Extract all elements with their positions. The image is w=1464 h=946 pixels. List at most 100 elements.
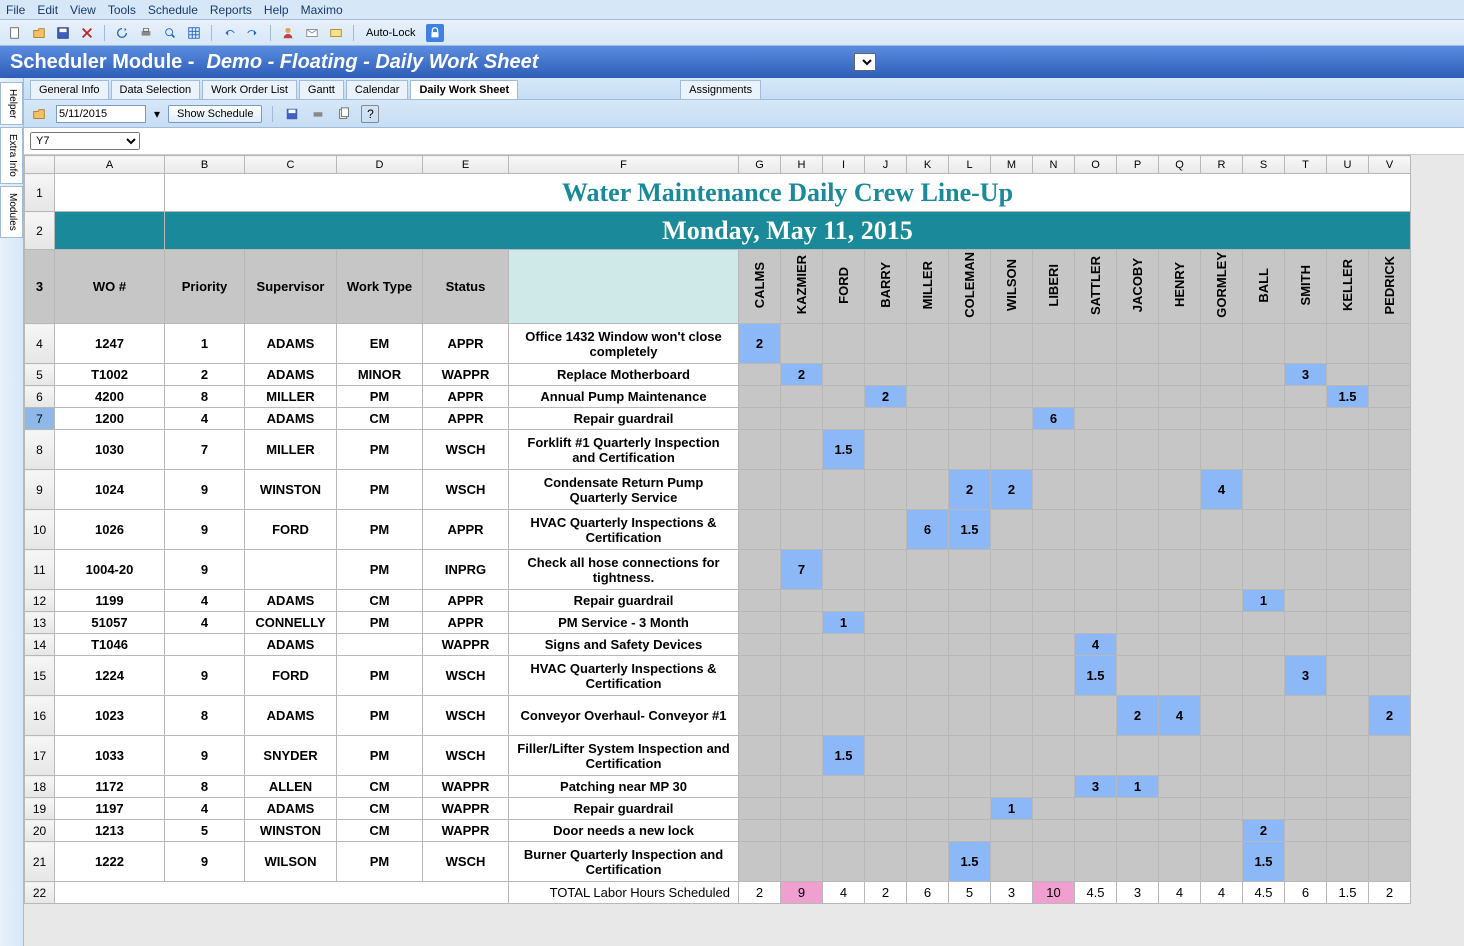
cell-wo[interactable]: 1004-20: [55, 550, 165, 590]
col-header[interactable]: A: [55, 156, 165, 174]
cell-crew-hours[interactable]: [949, 590, 991, 612]
cell-crew-hours[interactable]: [1201, 820, 1243, 842]
cell-crew-hours[interactable]: [1243, 736, 1285, 776]
col-header[interactable]: O: [1075, 156, 1117, 174]
cell-crew-hours[interactable]: [1033, 842, 1075, 882]
cell-crew-hours[interactable]: [739, 776, 781, 798]
cell-wo[interactable]: 1213: [55, 820, 165, 842]
cell-crew-hours[interactable]: [1201, 364, 1243, 386]
cell-crew-hours[interactable]: [907, 470, 949, 510]
cell-crew-hours[interactable]: [823, 634, 865, 656]
cell-crew-hours[interactable]: [991, 776, 1033, 798]
cell-crew-hours[interactable]: 4: [1201, 470, 1243, 510]
cell-crew-hours[interactable]: [865, 776, 907, 798]
cell-worktype[interactable]: PM: [337, 510, 423, 550]
cell-crew-hours[interactable]: [949, 634, 991, 656]
cell-supervisor[interactable]: MILLER: [245, 386, 337, 408]
cell-supervisor[interactable]: FORD: [245, 510, 337, 550]
cell-crew-hours[interactable]: [1117, 470, 1159, 510]
cell-crew-hours[interactable]: 1: [1243, 590, 1285, 612]
cell-crew-hours[interactable]: [991, 430, 1033, 470]
sidetab-extra[interactable]: Extra Info: [0, 127, 23, 184]
cell-crew-hours[interactable]: [1369, 510, 1411, 550]
cell-supervisor[interactable]: ADAMS: [245, 696, 337, 736]
cell-description[interactable]: Door needs a new lock: [509, 820, 739, 842]
row-header[interactable]: 2: [25, 212, 55, 250]
col-header[interactable]: J: [865, 156, 907, 174]
cell-crew-hours[interactable]: [781, 324, 823, 364]
cell-reference[interactable]: Y7: [30, 132, 140, 150]
cell-crew-hours[interactable]: [1285, 736, 1327, 776]
cell-crew-hours[interactable]: [1075, 842, 1117, 882]
cell-crew-hours[interactable]: 1.5: [949, 842, 991, 882]
cell-worktype[interactable]: EM: [337, 324, 423, 364]
cell-crew-hours[interactable]: [1075, 386, 1117, 408]
cell-crew-hours[interactable]: [1285, 408, 1327, 430]
cell-priority[interactable]: 9: [165, 842, 245, 882]
cell-crew-hours[interactable]: [1075, 590, 1117, 612]
cell-crew-hours[interactable]: [1117, 736, 1159, 776]
cell-crew-hours[interactable]: [739, 470, 781, 510]
cell-crew-hours[interactable]: [1075, 510, 1117, 550]
cell-crew-hours[interactable]: [907, 798, 949, 820]
cell-crew-hours[interactable]: [949, 324, 991, 364]
col-header[interactable]: N: [1033, 156, 1075, 174]
date-dropdown-icon[interactable]: ▾: [154, 107, 160, 121]
cell-crew-hours[interactable]: [1033, 324, 1075, 364]
cell-crew-hours[interactable]: [949, 612, 991, 634]
cell-supervisor[interactable]: FORD: [245, 656, 337, 696]
cell-crew-hours[interactable]: [991, 590, 1033, 612]
row-header[interactable]: 19: [25, 798, 55, 820]
cell-crew-hours[interactable]: [949, 820, 991, 842]
cell-status[interactable]: APPR: [423, 590, 509, 612]
cell-crew-hours[interactable]: [1243, 612, 1285, 634]
cell-crew-hours[interactable]: [1369, 820, 1411, 842]
copy-icon[interactable]: [335, 105, 353, 123]
cell-priority[interactable]: 4: [165, 798, 245, 820]
cell-crew-hours[interactable]: [865, 736, 907, 776]
cell-crew-hours[interactable]: [739, 386, 781, 408]
col-header[interactable]: L: [949, 156, 991, 174]
cell-crew-hours[interactable]: [1075, 820, 1117, 842]
cell-crew-hours[interactable]: [1327, 696, 1369, 736]
row-header[interactable]: 11: [25, 550, 55, 590]
cell-crew-hours[interactable]: 1.5: [823, 430, 865, 470]
cell-crew-hours[interactable]: [1033, 590, 1075, 612]
cell-crew-hours[interactable]: [781, 612, 823, 634]
cell-supervisor[interactable]: [245, 550, 337, 590]
cell-wo[interactable]: 1247: [55, 324, 165, 364]
redo-icon[interactable]: [244, 24, 262, 42]
cell-supervisor[interactable]: SNYDER: [245, 736, 337, 776]
cell-crew-hours[interactable]: [949, 736, 991, 776]
col-header[interactable]: D: [337, 156, 423, 174]
cell-supervisor[interactable]: ADAMS: [245, 408, 337, 430]
cell-status[interactable]: WAPPR: [423, 820, 509, 842]
print2-icon[interactable]: [309, 105, 327, 123]
row-header[interactable]: 10: [25, 510, 55, 550]
cell-crew-hours[interactable]: [781, 430, 823, 470]
cell-crew-hours[interactable]: [1159, 510, 1201, 550]
cell-crew-hours[interactable]: [1075, 612, 1117, 634]
cell-crew-hours[interactable]: [991, 736, 1033, 776]
cell-crew-hours[interactable]: [739, 634, 781, 656]
cell-crew-hours[interactable]: [865, 510, 907, 550]
cell-crew-hours[interactable]: [781, 634, 823, 656]
cell-wo[interactable]: T1046: [55, 634, 165, 656]
menu-maximo[interactable]: Maximo: [301, 3, 343, 17]
cell-crew-hours[interactable]: [1369, 776, 1411, 798]
cell-crew-hours[interactable]: [781, 386, 823, 408]
cell-crew-hours[interactable]: [1159, 634, 1201, 656]
cell-crew-hours[interactable]: 1: [991, 798, 1033, 820]
cell-crew-hours[interactable]: [823, 798, 865, 820]
cell-crew-hours[interactable]: [907, 324, 949, 364]
cell-crew-hours[interactable]: [739, 550, 781, 590]
cell-crew-hours[interactable]: [907, 776, 949, 798]
cell-priority[interactable]: 4: [165, 612, 245, 634]
cell-crew-hours[interactable]: [1243, 408, 1285, 430]
cell-priority[interactable]: 4: [165, 408, 245, 430]
cell-crew-hours[interactable]: [1327, 842, 1369, 882]
tab-assignments[interactable]: Assignments: [680, 80, 761, 99]
cell-crew-hours[interactable]: [781, 590, 823, 612]
cell-status[interactable]: WSCH: [423, 430, 509, 470]
cell-crew-hours[interactable]: [1327, 430, 1369, 470]
